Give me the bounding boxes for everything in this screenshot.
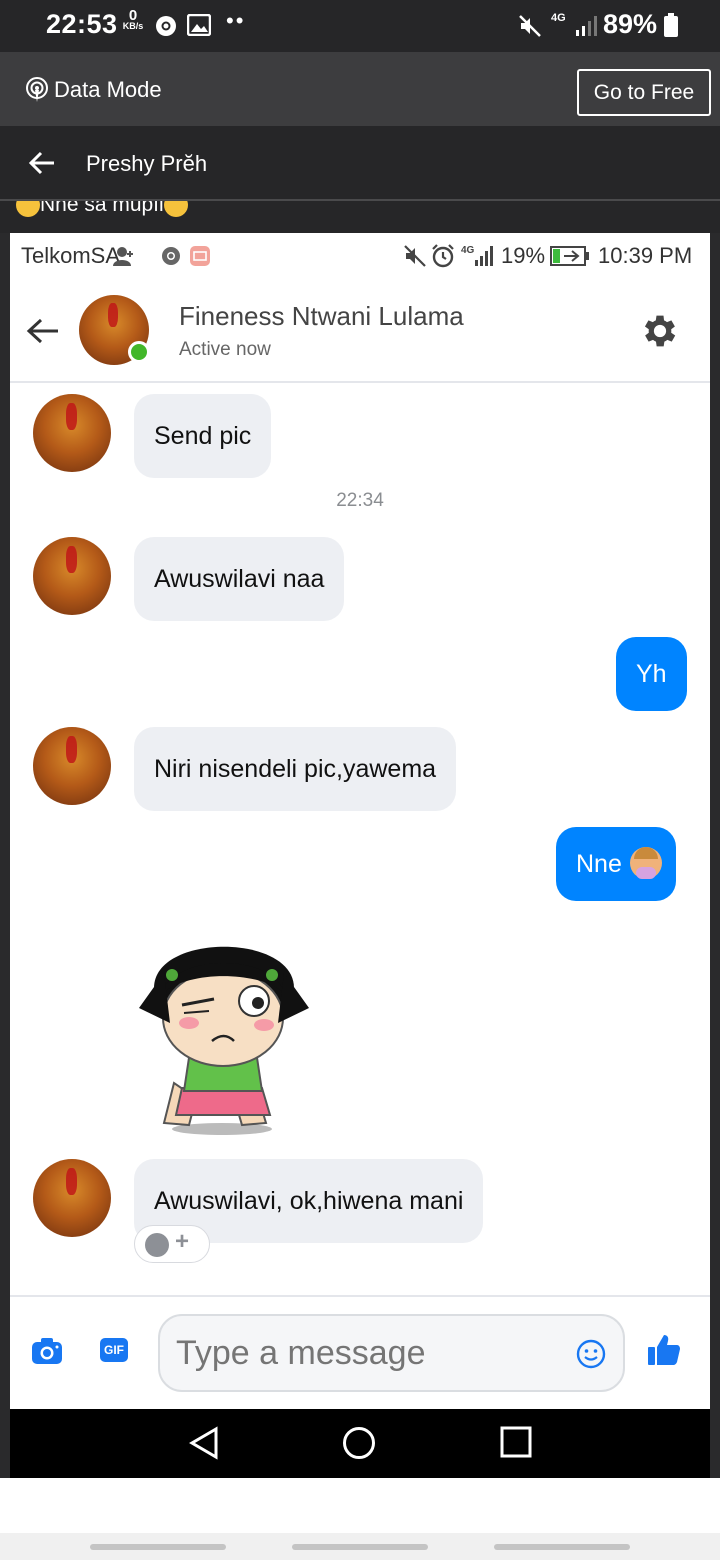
phone-chrome-icon	[161, 246, 181, 271]
phone-screen: TelkomSA 4G 19% 10:39 PM Fineness Ntwani…	[10, 233, 710, 1478]
plus-icon: +	[175, 1228, 190, 1255]
camera-icon[interactable]	[31, 1337, 63, 1370]
data-mode-label: Data Mode	[54, 77, 162, 102]
person-gesturing-emoji-icon	[629, 847, 662, 879]
message-bubble-incoming[interactable]: Niri nisendeli pic,yawema	[134, 727, 457, 811]
gallery-icon	[186, 13, 212, 41]
recents-nav-icon[interactable]	[500, 1426, 532, 1463]
message-bubble-outgoing[interactable]: Yh	[616, 637, 687, 711]
net-speed-unit: KB/s	[122, 21, 144, 31]
signal-icon	[574, 14, 598, 43]
post-caption: Nne sa mupfi	[0, 201, 720, 233]
phone-signal-icon	[474, 245, 496, 272]
starstruck-emoji-icon	[16, 201, 40, 218]
gear-icon[interactable]	[639, 310, 681, 357]
go-to-free-button[interactable]: Go to Free	[577, 69, 711, 116]
email-icon	[190, 246, 210, 271]
laughing-emoji-icon	[163, 201, 188, 218]
net-speed-value: 0	[128, 7, 138, 24]
outer-status-bar: 22:53 0 KB/s •• 4G 89%	[0, 0, 720, 52]
contact-name[interactable]: Fineness Ntwani Lulama	[179, 301, 464, 332]
chat-back-button[interactable]	[26, 317, 60, 350]
message-avatar[interactable]	[33, 394, 111, 472]
online-indicator	[128, 341, 150, 363]
message-composer: GIF	[10, 1295, 710, 1409]
alarm-icon	[431, 244, 455, 273]
battery-percent: 89%	[603, 9, 658, 39]
android-navigation-bar	[10, 1409, 710, 1478]
status-time: 22:53	[46, 9, 118, 39]
phone-battery-percent: 19%	[501, 243, 546, 268]
gesture-handle[interactable]	[494, 1544, 630, 1550]
gesture-handle[interactable]	[292, 1544, 428, 1550]
battery-icon	[664, 13, 678, 42]
phone-clock: 10:39 PM	[598, 243, 693, 268]
message-avatar[interactable]	[33, 537, 111, 615]
gesture-handle[interactable]	[90, 1544, 226, 1550]
emoji-icon[interactable]	[576, 1339, 606, 1374]
post-caption-text: Nne sa mupfi	[40, 201, 164, 216]
screen: 22:53 0 KB/s •• 4G 89% Data Mode Go to F…	[0, 0, 720, 1560]
outer-header: Preshy Prĕh	[0, 126, 720, 200]
thumbs-up-icon[interactable]	[647, 1333, 681, 1372]
phone-frame: TelkomSA 4G 19% 10:39 PM Fineness Ntwani…	[0, 233, 720, 1478]
sticker-image[interactable]	[134, 933, 314, 1138]
message-bubble-incoming[interactable]: Awuswilavi naa	[134, 537, 345, 621]
home-nav-icon[interactable]	[342, 1426, 376, 1465]
contacts-icon	[113, 246, 135, 271]
data-mode-icon	[25, 76, 49, 107]
back-nav-icon[interactable]	[188, 1426, 220, 1465]
message-timestamp: 22:34	[336, 490, 384, 511]
more-notifications-icon: ••	[226, 8, 246, 33]
add-reaction-button[interactable]: +	[134, 1225, 210, 1263]
phone-status-bar: TelkomSA 4G 19% 10:39 PM	[10, 233, 710, 279]
phone-network-type: 4G	[461, 245, 475, 256]
message-input[interactable]	[158, 1314, 625, 1392]
phone-mute-icon	[404, 245, 426, 272]
message-avatar[interactable]	[33, 727, 111, 805]
smiley-icon	[145, 1233, 169, 1257]
message-avatar[interactable]	[33, 1159, 111, 1237]
message-text: Nne	[576, 850, 622, 878]
gif-button[interactable]: GIF	[100, 1338, 128, 1362]
chrome-icon	[154, 14, 178, 43]
carrier-name: TelkomSA	[21, 243, 121, 268]
outer-contact-name: Preshy Prĕh	[86, 151, 208, 176]
phone-battery-icon	[550, 246, 590, 271]
gesture-handles	[0, 1533, 720, 1560]
chat-header: Fineness Ntwani Lulama Active now	[10, 279, 710, 383]
active-status: Active now	[179, 339, 271, 360]
outer-back-button[interactable]	[28, 150, 56, 181]
mute-icon	[518, 14, 542, 43]
message-bubble-incoming[interactable]: Send pic	[134, 394, 272, 478]
net-speed: 0 KB/s	[118, 7, 148, 32]
data-mode-bar: Data Mode Go to Free	[0, 52, 720, 126]
network-type: 4G	[551, 12, 566, 24]
message-bubble-outgoing[interactable]: Nne	[556, 827, 676, 901]
